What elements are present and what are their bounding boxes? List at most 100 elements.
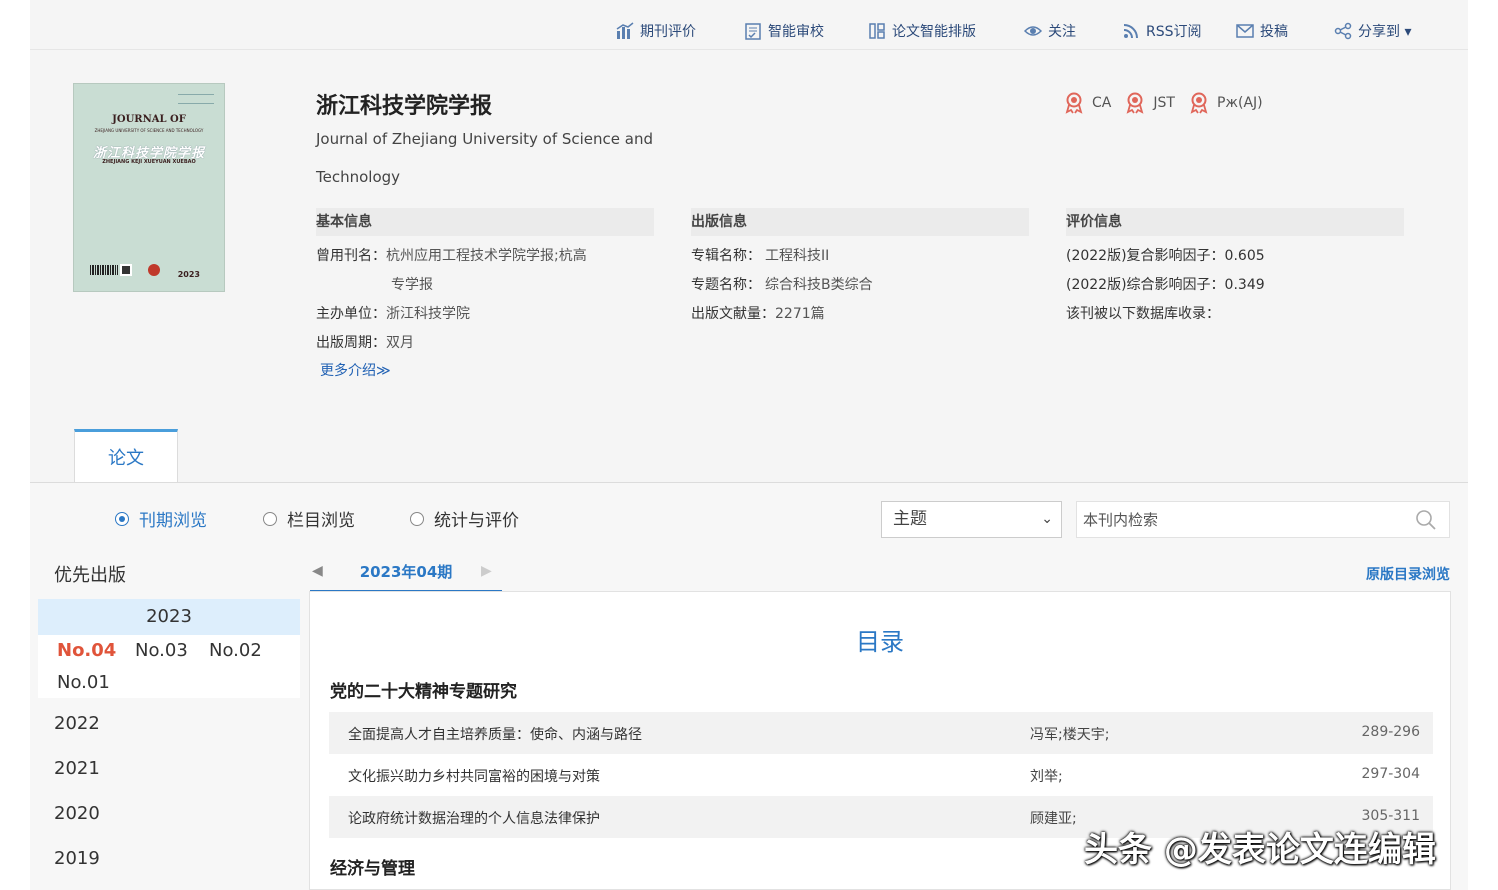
topic-row: 专题名称： 综合科技B类综合 xyxy=(691,271,1029,300)
search-icon[interactable] xyxy=(1415,509,1437,531)
year-2020[interactable]: 2020 xyxy=(54,803,100,824)
toc-title: 目录 xyxy=(856,628,904,656)
award-icon xyxy=(1065,92,1083,114)
rss-icon xyxy=(1123,24,1138,39)
eval-info-section: 评价信息 (2022版)复合影响因子：0.605 (2022版)综合影响因子：0… xyxy=(1066,208,1404,329)
album-row: 专辑名称： 工程科技II xyxy=(691,242,1029,271)
tab-divider xyxy=(30,482,1468,483)
impact-comprehensive: (2022版)综合影响因子：0.349 xyxy=(1066,277,1265,293)
journal-title-en: Journal of Zhejiang University of Scienc… xyxy=(316,130,654,186)
year-2023-panel: 2023 No.04 No.03 No.02 No.01 xyxy=(38,599,300,698)
share-icon xyxy=(1334,22,1352,40)
cover-title-en: JOURNAL OF xyxy=(112,114,186,125)
indexed-databases: 该刊被以下数据库收录： xyxy=(1066,306,1220,322)
article-authors[interactable]: 刘举; xyxy=(1030,766,1063,786)
bar-chart-icon xyxy=(616,22,634,39)
search-input[interactable] xyxy=(1077,502,1397,537)
radio-label: 栏目浏览 xyxy=(287,511,355,531)
submit-link[interactable]: 投稿 xyxy=(1236,20,1288,42)
smart-proofread-link[interactable]: 智能审校 xyxy=(744,20,824,42)
topic-label: 专题名称： xyxy=(691,277,761,293)
award-icon xyxy=(1126,92,1144,114)
publish-info-section: 出版信息 专辑名称： 工程科技II 专题名称： 综合科技B类综合 出版文献量： … xyxy=(691,208,1029,329)
article-title[interactable]: 全面提高人才自主培养质量：使命、内涵与路径 xyxy=(348,724,642,744)
eval-info-heading: 评价信息 xyxy=(1066,208,1404,236)
badge-label: JST xyxy=(1153,95,1175,111)
topic-value: 综合科技B类综合 xyxy=(765,277,873,293)
chevron-down-icon: ⌄ xyxy=(1041,511,1053,527)
publish-info-heading: 出版信息 xyxy=(691,208,1029,236)
article-title[interactable]: 文化振兴助力乡村共同富裕的困境与对策 xyxy=(348,766,600,786)
next-issue-arrow-icon[interactable]: ▶ xyxy=(481,563,492,579)
share-menu[interactable]: 分享到 ▾ xyxy=(1334,20,1411,42)
document-check-icon xyxy=(745,23,761,40)
radio-circle xyxy=(263,511,277,526)
cycle-value: 双月 xyxy=(386,335,414,351)
search-field-select[interactable]: 主题 ⌄ xyxy=(881,501,1062,538)
article-authors[interactable]: 冯军;楼天宇; xyxy=(1030,724,1109,744)
top-toolbar: 期刊评价 智能审校 论文智能排版 关注 RSS订阅 投稿 分享到 ▾ xyxy=(30,12,1468,50)
sponsor-row: 主办单位： 浙江科技学院 xyxy=(316,300,654,329)
follow-link[interactable]: 关注 xyxy=(1024,20,1076,42)
article-pages: 289-296 xyxy=(1361,724,1421,740)
cover-subtitle-en: ZHEJIANG UNIVERSITY OF SCIENCE AND TECHN… xyxy=(94,128,204,133)
basic-info-heading: 基本信息 xyxy=(316,208,654,236)
year-2019[interactable]: 2019 xyxy=(54,848,100,869)
cycle-row: 出版周期： 双月 xyxy=(316,329,654,358)
share-label: 分享到 ▾ xyxy=(1358,24,1412,40)
smart-typeset-link[interactable]: 论文智能排版 xyxy=(868,20,976,42)
radio-column-browse[interactable]: 栏目浏览 xyxy=(263,506,355,531)
radio-circle xyxy=(115,511,129,526)
radio-label: 统计与评价 xyxy=(434,511,519,531)
original-toc-link[interactable]: 原版目录浏览 xyxy=(1366,564,1450,584)
year-2022[interactable]: 2022 xyxy=(54,713,100,734)
year-2023-header[interactable]: 2023 xyxy=(38,599,300,635)
priority-publish-link[interactable]: 优先出版 xyxy=(54,561,126,587)
former-name-value: 杭州应用工程技术学院学报;杭高 xyxy=(386,248,587,264)
journal-evaluation-link[interactable]: 期刊评价 xyxy=(616,20,696,42)
badge-label: Рж(AJ) xyxy=(1216,95,1263,111)
impact-composite: (2022版)复合影响因子：0.605 xyxy=(1066,248,1265,264)
prev-issue-arrow-icon[interactable]: ◀ xyxy=(312,563,323,579)
issue-no02[interactable]: No.02 xyxy=(209,640,262,661)
badge-aj: Рж(AJ) xyxy=(1189,92,1263,114)
article-row: 全面提高人才自主培养质量：使命、内涵与路径 冯军;楼天宇; 289-296 xyxy=(329,712,1433,754)
select-value: 主题 xyxy=(893,509,927,529)
radio-statistics[interactable]: 统计与评价 xyxy=(410,506,519,531)
section-heading: 党的二十大精神专题研究 xyxy=(330,682,517,702)
sponsor-value: 浙江科技学院 xyxy=(386,306,470,322)
tab-papers[interactable]: 论文 xyxy=(74,429,178,482)
smart-proofread-label: 智能审校 xyxy=(768,24,824,40)
count-row: 出版文献量： 2271篇 xyxy=(691,300,1029,329)
rss-label: RSS订阅 xyxy=(1146,24,1202,40)
sponsor-label: 主办单位： xyxy=(316,306,386,322)
album-value: 工程科技II xyxy=(765,248,830,264)
year-2021[interactable]: 2021 xyxy=(54,758,100,779)
article-authors[interactable]: 顾建亚; xyxy=(1030,808,1077,828)
count-value: 2271篇 xyxy=(775,306,825,322)
indexing-badges: CA JST Рж(AJ) xyxy=(1064,92,1263,114)
smart-typeset-label: 论文智能排版 xyxy=(892,24,976,40)
rss-subscribe-link[interactable]: RSS订阅 xyxy=(1122,20,1202,42)
journal-cover-image[interactable]: JOURNAL OF ZHEJIANG UNIVERSITY OF SCIENC… xyxy=(73,83,225,292)
submit-label: 投稿 xyxy=(1260,24,1288,40)
issue-list: No.04 No.03 No.02 No.01 xyxy=(38,635,300,698)
badge-label: CA xyxy=(1092,95,1112,111)
eye-icon xyxy=(1024,26,1042,36)
search-box xyxy=(1076,501,1450,538)
article-row: 文化振兴助力乡村共同富裕的困境与对策 刘举; 297-304 xyxy=(329,754,1433,796)
former-name-value-cont: 专学报 xyxy=(391,277,433,293)
former-name-label: 曾用刊名： xyxy=(316,248,386,264)
more-intro-link[interactable]: 更多介绍≫ xyxy=(320,360,654,380)
issue-no04[interactable]: No.04 xyxy=(57,640,116,661)
radio-issue-browse[interactable]: 刊期浏览 xyxy=(115,506,207,531)
article-title[interactable]: 论政府统计数据治理的个人信息法律保护 xyxy=(348,808,600,828)
former-name-row: 曾用刊名： 杭州应用工程技术学院学报;杭高 xyxy=(316,242,654,271)
issue-no01[interactable]: No.01 xyxy=(57,672,110,693)
cycle-label: 出版周期： xyxy=(316,335,386,351)
award-icon xyxy=(1190,92,1208,114)
album-label: 专辑名称： xyxy=(691,248,761,264)
section-heading: 经济与管理 xyxy=(330,859,415,879)
issue-no03[interactable]: No.03 xyxy=(135,640,188,661)
layout-icon xyxy=(869,23,885,39)
